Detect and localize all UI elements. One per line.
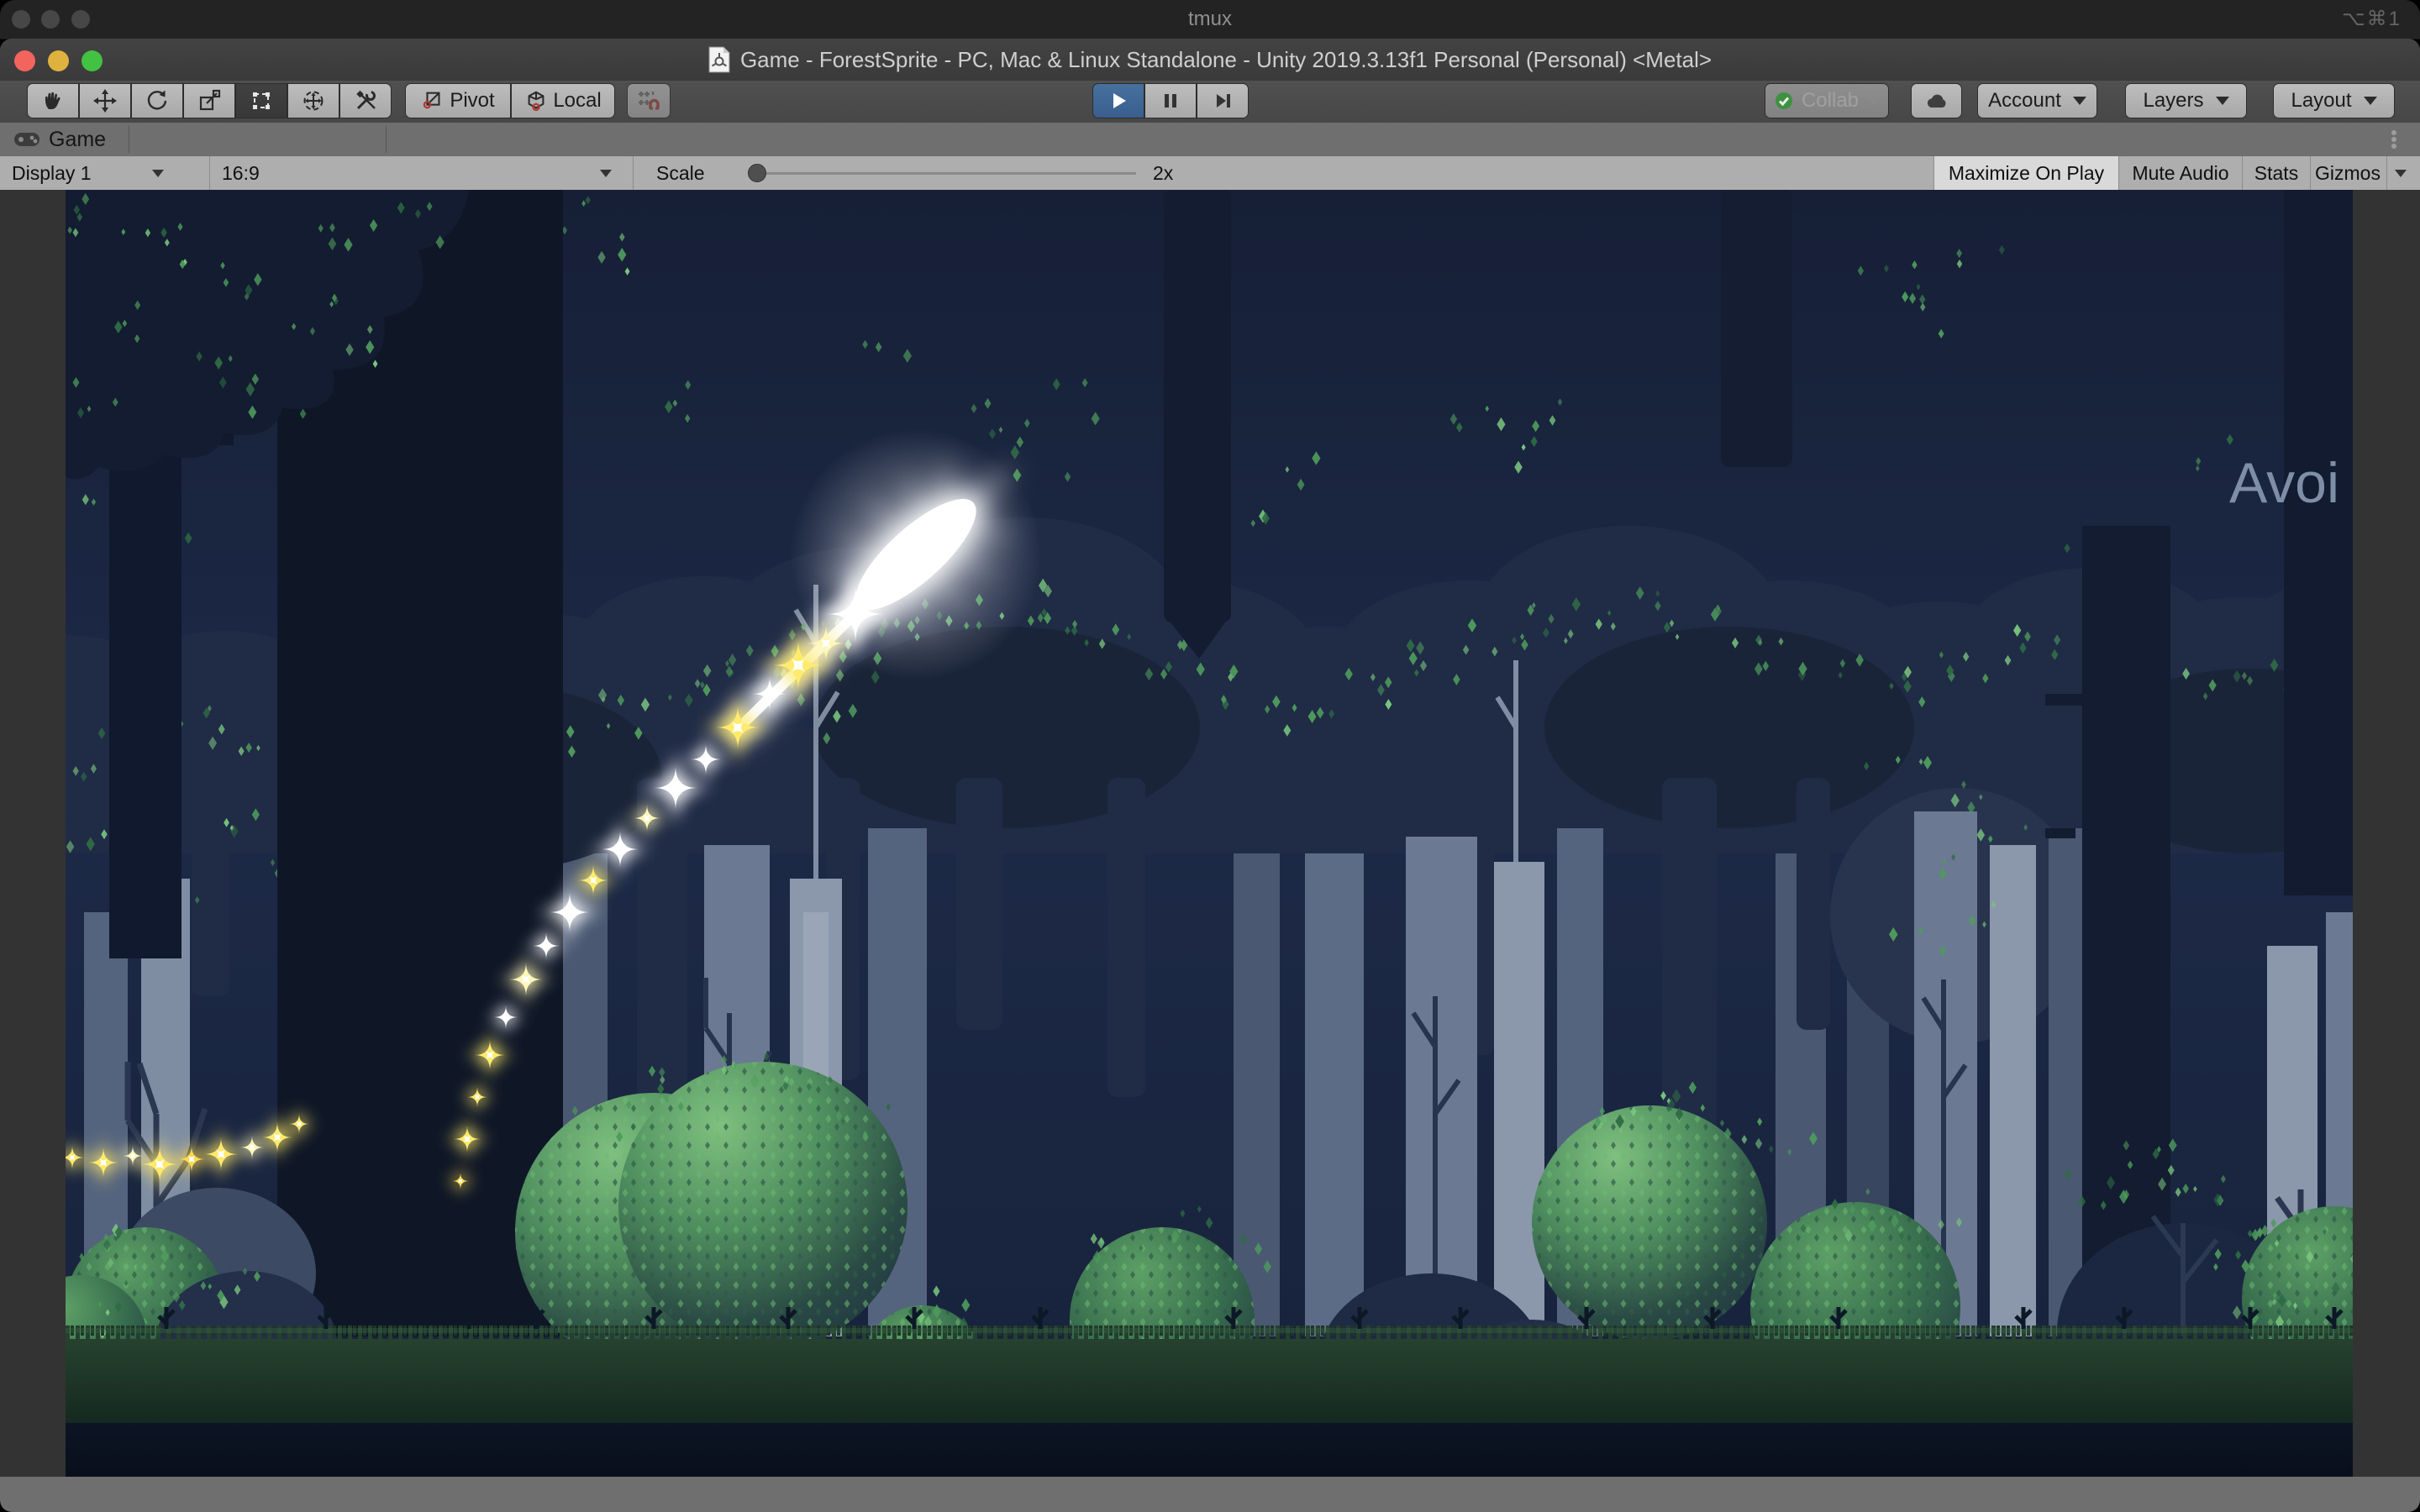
move-tool-button[interactable] bbox=[79, 83, 131, 118]
scale-icon bbox=[197, 88, 222, 113]
view-tab-bar: Game bbox=[0, 123, 2420, 157]
pause-icon bbox=[1160, 90, 1181, 112]
play-icon bbox=[1107, 90, 1129, 112]
game-view-toolbar: Display 1 16:9 Scale 2x Maximize On Play… bbox=[0, 156, 2420, 191]
move-icon bbox=[92, 88, 118, 113]
custom-tool-button[interactable] bbox=[339, 83, 392, 118]
local-label: Local bbox=[553, 89, 601, 113]
stats-button[interactable]: Stats bbox=[2242, 156, 2310, 190]
layers-dropdown-arrow bbox=[2216, 97, 2229, 105]
grid-snap-icon bbox=[636, 88, 661, 113]
collab-dropdown-arrow bbox=[1867, 97, 1881, 105]
local-icon bbox=[524, 89, 548, 113]
tmux-titlebar: tmux ⌥⌘1 bbox=[0, 0, 2420, 39]
pivot-label: Pivot bbox=[450, 89, 494, 113]
scale-tool-button[interactable] bbox=[183, 83, 235, 118]
layout-label: Layout bbox=[2291, 89, 2351, 113]
rect-tool-button[interactable] bbox=[235, 83, 287, 118]
unity-window: Game - ForestSprite - PC, Mac & Linux St… bbox=[0, 39, 2420, 1512]
rotate-tool-button[interactable] bbox=[131, 83, 183, 118]
pivot-icon bbox=[421, 89, 445, 113]
close-button[interactable] bbox=[14, 50, 35, 71]
hud-avoid-text: Avoi bbox=[2229, 451, 2339, 515]
rect-tool-icon bbox=[249, 88, 274, 113]
unity-titlebar[interactable]: Game - ForestSprite - PC, Mac & Linux St… bbox=[0, 39, 2420, 81]
game-scene: Avoi bbox=[66, 190, 2353, 1477]
play-button[interactable] bbox=[1092, 83, 1144, 118]
cloud-icon bbox=[1924, 90, 1949, 112]
tmux-window-title: tmux bbox=[0, 0, 2420, 39]
layers-label: Layers bbox=[2143, 89, 2203, 113]
minimize-button[interactable] bbox=[48, 50, 69, 71]
cloud-button[interactable] bbox=[1911, 83, 1962, 118]
tmux-shortcut-hint: ⌥⌘1 bbox=[2342, 0, 2402, 39]
local-toggle-button[interactable]: Local bbox=[511, 83, 615, 118]
grid-snap-button[interactable] bbox=[627, 83, 671, 118]
account-dropdown-arrow bbox=[2073, 97, 2086, 105]
layout-dropdown-arrow bbox=[2364, 97, 2377, 105]
gizmos-dropdown-arrow[interactable] bbox=[2395, 156, 2407, 190]
transform-tool-icon bbox=[301, 88, 326, 113]
hand-icon bbox=[40, 88, 66, 113]
scale-label: Scale bbox=[656, 156, 705, 190]
aspect-dropdown[interactable]: 16:9 bbox=[222, 156, 627, 190]
step-button[interactable] bbox=[1197, 83, 1249, 118]
zoom-button[interactable] bbox=[82, 50, 103, 71]
custom-tool-icon bbox=[353, 88, 378, 113]
transform-tool-button[interactable] bbox=[287, 83, 339, 118]
gv-divider bbox=[633, 156, 634, 190]
collab-button[interactable]: Collab bbox=[1765, 83, 1889, 118]
mute-audio-button[interactable]: Mute Audio bbox=[2118, 156, 2242, 190]
gv-divider bbox=[209, 156, 210, 190]
step-icon bbox=[1212, 90, 1234, 112]
scale-slider-track[interactable] bbox=[756, 172, 1136, 175]
tab-game[interactable]: Game bbox=[0, 123, 123, 156]
tab-menu-kebab-icon[interactable] bbox=[2383, 129, 2405, 150]
gizmos-button[interactable]: Gizmos bbox=[2310, 156, 2385, 190]
display-dropdown[interactable]: Display 1 bbox=[12, 156, 164, 190]
window-title: Game - ForestSprite - PC, Mac & Linux St… bbox=[740, 47, 1712, 73]
unity-document-icon bbox=[708, 46, 730, 73]
scale-value: 2x bbox=[1153, 156, 1173, 190]
scene-grass bbox=[66, 1307, 2353, 1477]
collab-label: Collab bbox=[1802, 89, 1859, 113]
gv-divider bbox=[2386, 156, 2387, 190]
game-viewport-margin: Avoi bbox=[0, 190, 2420, 1477]
gamepad-icon bbox=[13, 130, 40, 149]
layers-dropdown[interactable]: Layers bbox=[2125, 83, 2247, 118]
layout-dropdown[interactable]: Layout bbox=[2273, 83, 2395, 118]
aspect-value: 16:9 bbox=[222, 162, 260, 185]
display-dropdown-arrow bbox=[152, 170, 164, 177]
window-bottom-bar bbox=[0, 1477, 2420, 1512]
hand-tool-button[interactable] bbox=[27, 83, 79, 118]
pivot-toggle-button[interactable]: Pivot bbox=[405, 83, 511, 118]
rotate-icon bbox=[145, 88, 170, 113]
tab-game-label: Game bbox=[49, 128, 106, 152]
pause-button[interactable] bbox=[1144, 83, 1197, 118]
aspect-dropdown-arrow bbox=[600, 170, 612, 177]
scale-slider-knob[interactable] bbox=[748, 164, 766, 182]
account-label: Account bbox=[1988, 89, 2061, 113]
tab-divider bbox=[386, 126, 387, 153]
main-toolbar: Pivot Local bbox=[0, 81, 2420, 123]
display-value: Display 1 bbox=[12, 162, 92, 185]
maximize-on-play-button[interactable]: Maximize On Play bbox=[1933, 156, 2118, 190]
game-render-area[interactable]: Avoi bbox=[66, 190, 2353, 1477]
account-dropdown[interactable]: Account bbox=[1977, 83, 2097, 118]
collab-check-icon bbox=[1773, 90, 1795, 112]
